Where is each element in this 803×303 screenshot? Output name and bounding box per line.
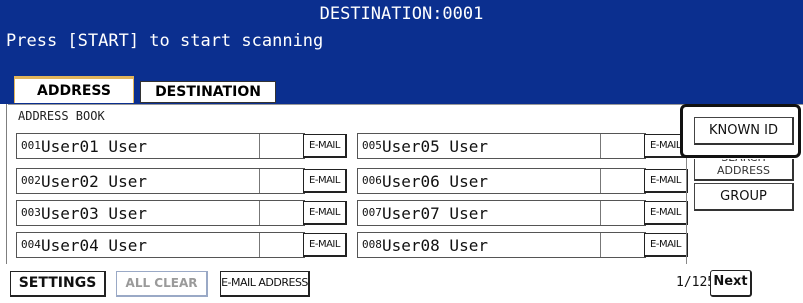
address-entry-005[interactable]: 005 User05 User <box>357 133 646 159</box>
address-entry-004[interactable]: 004 User04 User <box>16 232 305 258</box>
address-entry-007[interactable]: 007 User07 User <box>357 200 646 226</box>
search-address-button[interactable]: SEARCH ADDRESS <box>694 159 794 181</box>
email-button-002[interactable]: E-MAIL <box>303 169 347 193</box>
entry-number: 007 <box>362 206 382 219</box>
address-entry-006[interactable]: 006 User06 User <box>357 168 646 194</box>
address-entry-002[interactable]: 002 User02 User <box>16 168 305 194</box>
address-entry-001[interactable]: 001 User01 User <box>16 133 305 159</box>
entry-number: 003 <box>21 206 41 219</box>
entry-name: User05 User <box>382 137 488 156</box>
entry-divider <box>600 169 601 193</box>
email-button-006[interactable]: E-MAIL <box>644 169 688 193</box>
entry-number: 005 <box>362 139 382 152</box>
destination-count: DESTINATION:0001 <box>319 4 484 24</box>
email-button-004[interactable]: E-MAIL <box>303 233 347 257</box>
scan-address-screen: DESTINATION:0001 Press [START] to start … <box>0 0 803 303</box>
entry-name: User02 User <box>41 172 147 191</box>
entry-divider <box>259 134 260 158</box>
tab-address[interactable]: ADDRESS <box>14 76 134 103</box>
entry-divider <box>259 169 260 193</box>
next-page-button[interactable]: Next <box>710 270 752 297</box>
search-address-label: SEARCH ADDRESS <box>716 159 771 177</box>
all-clear-button[interactable]: ALL CLEAR <box>116 271 208 297</box>
entry-divider <box>259 233 260 257</box>
address-entry-003[interactable]: 003 User03 User <box>16 200 305 226</box>
instruction-text: Press [START] to start scanning <box>6 31 324 51</box>
panel-divider <box>6 104 7 264</box>
entry-name: User06 User <box>382 172 488 191</box>
entry-divider <box>600 201 601 225</box>
entry-divider <box>600 233 601 257</box>
entry-name: User08 User <box>382 236 488 255</box>
email-button-007[interactable]: E-MAIL <box>644 201 688 225</box>
tab-destination[interactable]: DESTINATION <box>140 81 276 103</box>
entry-name: User01 User <box>41 137 147 156</box>
address-book-label: ADDRESS BOOK <box>18 109 105 123</box>
address-entry-008[interactable]: 008 User08 User <box>357 232 646 258</box>
group-button[interactable]: GROUP <box>694 183 794 211</box>
entry-number: 006 <box>362 174 382 187</box>
entry-divider <box>259 201 260 225</box>
email-button-008[interactable]: E-MAIL <box>644 233 688 257</box>
settings-button[interactable]: SETTINGS <box>10 271 106 297</box>
entry-name: User04 User <box>41 236 147 255</box>
entry-number: 002 <box>21 174 41 187</box>
known-id-button[interactable]: KNOWN ID <box>694 117 794 145</box>
entry-number: 001 <box>21 139 41 152</box>
entry-name: User07 User <box>382 204 488 223</box>
entry-number: 008 <box>362 238 382 251</box>
entry-name: User03 User <box>41 204 147 223</box>
entry-number: 004 <box>21 238 41 251</box>
entry-divider <box>600 134 601 158</box>
email-button-003[interactable]: E-MAIL <box>303 201 347 225</box>
email-button-001[interactable]: E-MAIL <box>303 134 347 158</box>
email-address-button[interactable]: E-MAIL ADDRESS <box>220 271 310 297</box>
